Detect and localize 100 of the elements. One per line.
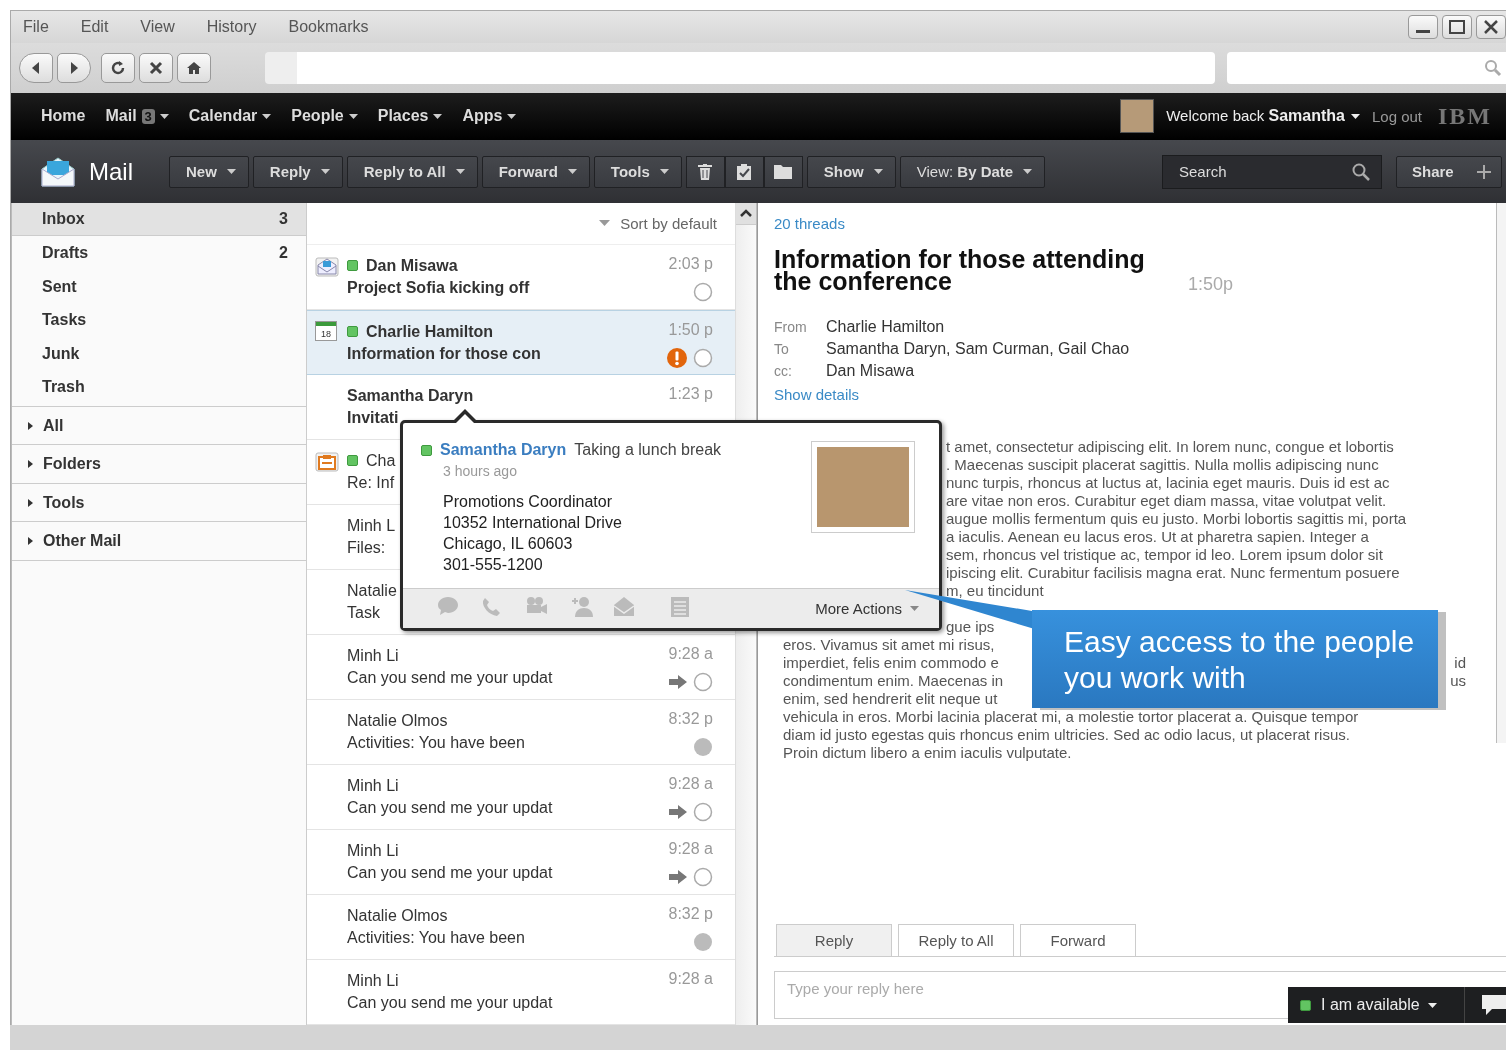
maximize-icon (1449, 19, 1465, 34)
forward-button[interactable] (57, 52, 91, 83)
nav-menu[interactable]: Mail 3 (105, 107, 169, 126)
header-value: Dan Misawa (826, 362, 915, 380)
sort-menu[interactable]: Sort by default (307, 203, 735, 245)
folder-section[interactable]: Tools (12, 484, 306, 523)
folder-item[interactable]: Trash (12, 370, 306, 404)
folder-item[interactable]: Sent (12, 270, 306, 304)
folder-item[interactable]: Inbox 3 (12, 203, 306, 237)
mark-done-button[interactable] (724, 155, 764, 188)
reply-tab[interactable]: Reply to All (898, 924, 1014, 956)
message-subject: Activities: You have been (347, 734, 525, 752)
folder-section[interactable]: All (12, 407, 306, 446)
contact-detail: Promotions Coordinator (443, 492, 613, 512)
message-time: 9:28 a (668, 970, 713, 989)
plus-icon (1477, 164, 1491, 179)
message-row[interactable]: Minh Li Can you send me your updat 9:28 a (307, 765, 735, 830)
toolbar-button[interactable]: View: By Date (899, 155, 1046, 188)
body-text: sem, rhoncus vel tristique ac, tempor id leo. Lorem ipsum dolor sit (945, 546, 1384, 564)
message-row[interactable]: Dan Misawa Project Sofia kicking off 2:03 p (307, 245, 735, 310)
message-time: 1:50p (1188, 274, 1234, 294)
message-subject: Invitati (347, 409, 399, 427)
caret-icon (1023, 169, 1033, 175)
availability-menu[interactable]: I am available (1321, 996, 1437, 1014)
message-time: 9:28 a (668, 840, 713, 859)
folder-item[interactable]: Drafts 2 (12, 236, 306, 270)
toolbar-button[interactable]: Tools (593, 155, 682, 188)
message-subject: Task (347, 604, 380, 622)
folder-section[interactable]: Other Mail (12, 522, 306, 561)
message-row[interactable]: Minh Li Can you send me your updat 9:28 a (307, 830, 735, 895)
stop-button[interactable] (139, 52, 173, 83)
caret-icon (873, 169, 883, 175)
user-menu[interactable]: Welcome back Samantha (1166, 107, 1360, 126)
toolbar-button[interactable]: Reply to All (346, 155, 478, 188)
body-text: us (1450, 672, 1466, 690)
sender-name: Minh Li (347, 972, 399, 990)
menu-item[interactable]: View (140, 17, 175, 36)
unread-count: 3 (279, 210, 288, 229)
nav-menu[interactable]: Places (377, 107, 443, 126)
menu-item[interactable]: File (23, 17, 49, 36)
body-text: gue ips (946, 618, 995, 635)
reply-tab[interactable]: Forward (1020, 924, 1136, 956)
browser-search-field[interactable] (1227, 51, 1506, 84)
maximize-button[interactable] (1442, 14, 1472, 39)
sender-name: Samantha Daryn (347, 387, 474, 405)
toolbar-button[interactable]: New (169, 155, 249, 188)
move-button[interactable] (763, 155, 803, 188)
menu-item[interactable]: Edit (80, 17, 109, 36)
toolbar-button[interactable]: Show (806, 155, 896, 188)
nav-menu[interactable]: Home (41, 107, 86, 126)
unread-circle-icon (693, 672, 713, 692)
message-time: 8:32 p (668, 905, 713, 924)
nav-menu[interactable]: Calendar (188, 107, 272, 126)
menu-item[interactable]: Bookmarks (288, 17, 369, 36)
close-button[interactable] (1476, 14, 1506, 39)
thread-count-link[interactable]: 20 threads (774, 215, 845, 232)
callout: Easy access to the people you work with (1032, 610, 1438, 708)
message-row[interactable]: 18 Charlie Hamilton Information for those con 1:50 p (307, 310, 735, 375)
chat-button[interactable] (1464, 987, 1506, 1023)
reload-button[interactable] (101, 52, 135, 83)
calendar-icon: 18 (315, 321, 337, 341)
sender-name: Natalie (347, 582, 397, 600)
search-icon (1352, 162, 1370, 181)
search-field[interactable]: Search (1162, 154, 1382, 189)
address-field[interactable] (265, 51, 1215, 84)
more-actions-menu[interactable]: More Actions (815, 600, 919, 617)
folder-item[interactable]: Tasks (12, 303, 306, 337)
menu-item[interactable]: History (206, 17, 257, 36)
folder-section[interactable]: Folders (12, 445, 306, 484)
toolbar-button[interactable]: Forward (481, 155, 590, 188)
message-row[interactable]: Natalie Olmos Activities: You have been 8:32 p (307, 700, 735, 765)
nav-menu[interactable]: People (291, 107, 358, 126)
delete-button[interactable] (685, 155, 725, 188)
header-value: Samantha Daryn, Sam Curman, Gail Chao (826, 340, 1130, 358)
minimize-button[interactable] (1408, 14, 1438, 39)
body-text: id (1454, 654, 1466, 672)
back-button[interactable] (19, 52, 53, 83)
message-subject: Re: Inf (347, 474, 395, 492)
show-details-link[interactable]: Show details (774, 386, 860, 403)
person-name-link[interactable]: Samantha Daryn (440, 441, 567, 459)
body-text: ipiscing elit. Curabitur facilisis magna erat. Nunc fermentum posuere (945, 564, 1401, 582)
envelope-icon (315, 255, 339, 277)
nav-menu[interactable]: Apps (462, 107, 517, 126)
message-subject: Information for those con (347, 345, 541, 363)
body-text: a iaculis. Aenean eu lacus eros. Ut at pharetra sapien. Integer a (945, 528, 1370, 546)
close-icon (148, 59, 164, 76)
clipboard-check-icon (736, 163, 753, 180)
message-row[interactable]: Natalie Olmos Activities: You have been 8:32 p (307, 895, 735, 960)
scrollbar[interactable] (1496, 203, 1506, 743)
toolbar-button[interactable]: Reply (252, 155, 343, 188)
share-button[interactable]: Share (1396, 155, 1502, 188)
body-text: imperdiet, felis enim commodo e (783, 654, 999, 672)
folder-item[interactable]: Junk (12, 337, 306, 371)
sender-name: Cha (366, 452, 396, 470)
home-button[interactable] (177, 52, 211, 83)
reply-tab[interactable]: Reply (776, 924, 892, 956)
body-text: . Maecenas suscipit placerat sagittis. Nulla mollis adipiscing nunc (945, 456, 1380, 474)
logout-link[interactable]: Log out (1371, 107, 1422, 125)
message-row[interactable]: Minh Li Can you send me your updat 9:28 a (307, 635, 735, 700)
body-text: m, eu tincidunt (945, 582, 1045, 600)
